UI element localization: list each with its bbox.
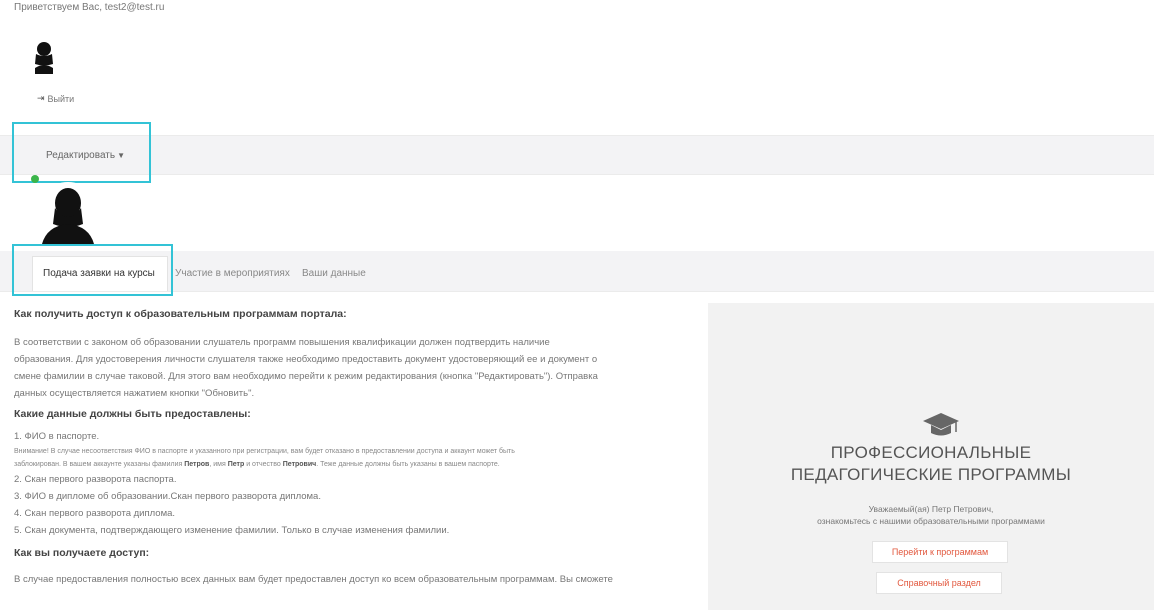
promo-invite: ознакомьтесь с нашими образовательными п… — [817, 516, 1045, 526]
warning-line: заблокирован. В вашем аккаунте указаны ф… — [14, 461, 500, 468]
list-item: 1. ФИО в паспорте. — [14, 431, 100, 442]
instructions-content: Как получить доступ к образовательным пр… — [14, 308, 694, 588]
profile-avatar-icon — [36, 182, 100, 246]
edit-highlight-frame — [12, 122, 151, 183]
user-avatar-icon — [35, 42, 53, 74]
tab-highlight-frame — [12, 244, 173, 296]
go-to-programs-button[interactable]: Перейти к программам — [872, 541, 1008, 563]
list-item: 3. ФИО в дипломе об образовании.Скан пер… — [14, 491, 321, 502]
promo-title-line: ПРОФЕССИОНАЛЬНЫЕ — [830, 443, 1032, 462]
graduation-cap-icon — [923, 413, 959, 436]
tab-events[interactable]: Участие в мероприятиях — [175, 268, 290, 279]
instructions-line: образования. Для удостоверения личности … — [14, 354, 598, 365]
tabs-bar — [0, 251, 1154, 292]
instructions-line: В соответствии с законом об образовании … — [14, 337, 550, 348]
surname-value: Петров — [184, 461, 210, 468]
logout-link[interactable]: ⇥ Выйти — [37, 93, 74, 104]
instructions-line: данных осуществляется нажатием кнопки "О… — [14, 388, 255, 399]
sign-out-icon: ⇥ — [37, 93, 45, 103]
profile-toolbar — [0, 135, 1154, 175]
promo-salutation: Уважаемый(ая) Петр Петрович, — [868, 504, 994, 514]
section-heading-access: Как получить доступ к образовательным пр… — [14, 308, 347, 320]
name-value: Петр — [227, 461, 245, 468]
section-heading-required-data: Какие данные должны быть предоставлены: — [14, 408, 251, 420]
warning-line: Внимание! В случае несоответствия ФИО в … — [14, 448, 515, 455]
patronymic-value: Петрович — [282, 461, 317, 468]
reference-section-button[interactable]: Справочный раздел — [876, 572, 1002, 594]
tab-your-data[interactable]: Ваши данные — [302, 268, 366, 279]
instructions-line: В случае предоставления полностью всех д… — [14, 574, 613, 585]
instructions-line: смене фамилии в случае таковой. Для этог… — [14, 371, 598, 382]
list-item: 4. Скан первого разворота диплома. — [14, 508, 176, 519]
logout-label: Выйти — [47, 93, 75, 104]
section-heading-how-access: Как вы получаете доступ: — [14, 547, 150, 559]
promo-title-line: ПЕДАГОГИЧЕСКИЕ ПРОГРАММЫ — [790, 465, 1072, 484]
list-item: 5. Скан документа, подтверждающего измен… — [14, 525, 450, 536]
greeting-text: Приветствуем Вас, test2@test.ru — [14, 2, 165, 13]
list-item: 2. Скан первого разворота паспорта. — [14, 474, 177, 485]
